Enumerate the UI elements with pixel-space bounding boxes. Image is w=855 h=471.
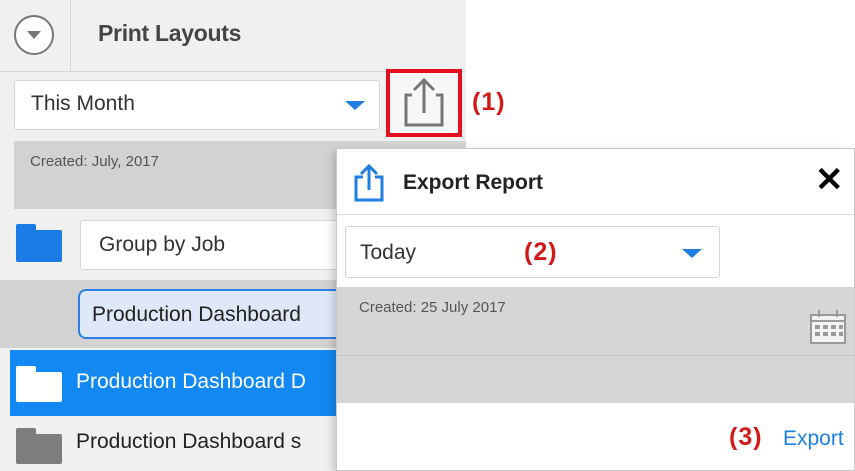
collapse-panel-icon[interactable]	[14, 15, 54, 55]
group-by-value: Group by Job	[99, 233, 226, 256]
export-button[interactable]: Export	[783, 427, 844, 451]
search-input-value: Production Dashboard	[92, 303, 301, 326]
folder-icon	[16, 366, 62, 402]
annotation-2: (2)	[524, 238, 558, 266]
panel-title: Print Layouts	[98, 20, 242, 46]
dropdown-arrow-icon	[345, 101, 365, 110]
period-dropdown-value: This Month	[31, 92, 135, 115]
share-export-button[interactable]	[386, 69, 462, 137]
list-item-label: Production Dashboard D	[76, 370, 306, 393]
created-date: Created: 25 July 2017	[359, 299, 506, 316]
period-dropdown-value: Today	[360, 241, 417, 264]
export-icon	[354, 163, 384, 202]
dialog-header: Export Report ✕	[337, 149, 854, 215]
dialog-footer: (3) Export	[337, 403, 854, 470]
period-dropdown[interactable]: This Month	[14, 80, 380, 130]
annotation-3: (3)	[729, 423, 763, 451]
dropdown-arrow-icon	[682, 249, 702, 258]
export-report-dialog: Export Report ✕ Today (2) Created: 25 Ju…	[336, 148, 855, 471]
period-dropdown[interactable]: Today (2)	[345, 226, 720, 278]
share-export-icon	[404, 77, 444, 127]
calendar-icon[interactable]	[809, 309, 849, 345]
created-date: Created: July, 2017	[30, 153, 159, 170]
panel-header: Print Layouts	[0, 0, 466, 72]
folder-icon	[16, 428, 62, 464]
annotation-1: (1)	[472, 88, 506, 116]
list-item-label: Production Dashboard s	[76, 430, 302, 453]
close-icon[interactable]: ✕	[815, 163, 844, 197]
folder-icon	[16, 224, 62, 262]
created-info: Created: 25 July 2017	[337, 287, 854, 403]
header-divider	[70, 0, 71, 72]
dialog-title: Export Report	[403, 171, 544, 194]
divider	[337, 355, 854, 356]
